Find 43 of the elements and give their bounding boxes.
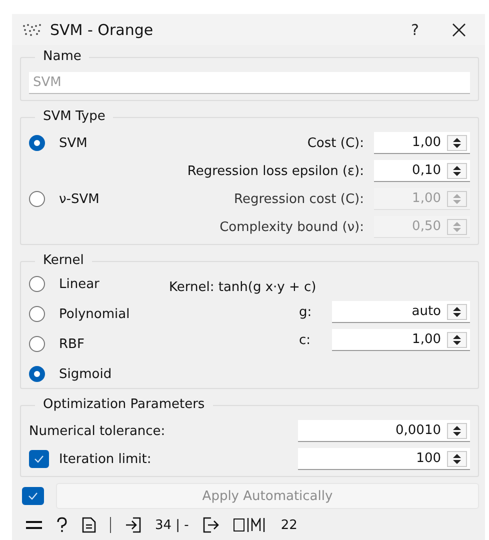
spin-box[interactable]: 100	[298, 448, 470, 470]
input-summary: 34 | -	[155, 518, 189, 532]
output-icon	[202, 517, 219, 533]
checkmark-icon	[34, 455, 44, 463]
group-title: SVM Type	[35, 109, 114, 124]
document-icon[interactable]	[82, 517, 96, 533]
scatter-dots-icon	[22, 22, 42, 36]
radio-button[interactable]: SVM	[29, 135, 139, 151]
input-icon	[125, 517, 141, 533]
parameter-label: Regression cost (C):	[233, 192, 365, 206]
group-title: Optimization Parameters	[35, 397, 213, 412]
radio-button[interactable]: Polynomial	[29, 306, 169, 322]
output-summary: 22	[280, 518, 298, 532]
parameter-label: Cost (C):	[306, 136, 365, 150]
radio-button[interactable]: Linear	[29, 276, 169, 292]
parameter-label: Complexity bound (ν):	[218, 220, 365, 234]
checkmark-icon	[28, 492, 38, 500]
table-icon	[232, 518, 267, 532]
kernel-formula: Kernel: tanh(g x⋅y + c)	[169, 280, 316, 295]
radio-button[interactable]: RBF	[29, 336, 169, 352]
spin-box[interactable]: 1,00	[332, 329, 470, 351]
spin-arrows-icon[interactable]	[447, 162, 467, 178]
spin-box[interactable]: 1,00	[374, 132, 470, 154]
parameter-label: c:	[298, 332, 312, 348]
parameter-label: g:	[298, 304, 313, 320]
name-field[interactable]: SVM	[29, 72, 470, 94]
spin-box[interactable]: auto	[332, 301, 470, 323]
spin-arrows-icon[interactable]	[447, 304, 467, 320]
spin-arrows-icon[interactable]	[447, 332, 467, 348]
parameter-label: Regression loss epsilon (ε):	[186, 164, 365, 178]
radio-button[interactable]: ν-SVM	[29, 191, 139, 207]
window-title: SVM - Orange	[50, 20, 154, 38]
spin-arrows-icon[interactable]	[447, 450, 467, 466]
spin-box[interactable]: 0,0010	[298, 420, 470, 442]
parameter-label: Numerical tolerance:	[29, 424, 166, 438]
spin-arrows-icon[interactable]	[447, 134, 467, 150]
help-button[interactable]: ?	[395, 20, 435, 38]
help-icon[interactable]	[56, 517, 68, 533]
spin-box[interactable]: 0,10	[374, 160, 470, 182]
menu-icon[interactable]	[26, 519, 42, 531]
checkbox[interactable]: Iteration limit:	[29, 450, 298, 468]
spin-arrows-icon[interactable]	[447, 422, 467, 438]
radio-button[interactable]: Sigmoid	[29, 366, 169, 382]
